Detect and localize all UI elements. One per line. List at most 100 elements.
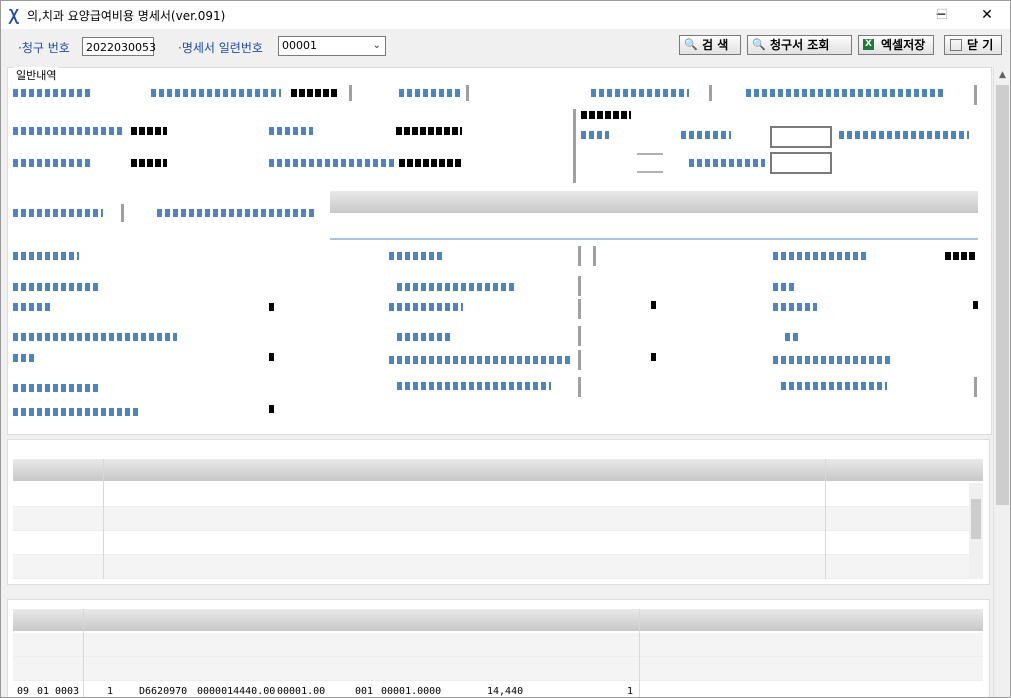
field-label [785,333,801,341]
scroll-thumb[interactable] [971,499,981,539]
summary-grid-header [330,191,978,213]
field-value [651,301,656,309]
field-value [269,353,274,361]
divider [349,85,352,101]
scroll-up-icon[interactable]: ▲ [994,67,1010,84]
window-scrollbar[interactable]: ▲ [993,67,1010,697]
diagnosis-grid-header [13,459,983,481]
field-label [13,384,101,392]
cell: 0003 [55,686,80,697]
divider [578,350,581,370]
field-value [291,89,339,97]
diagnosis-grid [13,459,983,579]
magnifier-icon: 🔍 [752,38,766,51]
divider [578,377,581,397]
field-label [689,159,765,167]
cell: 1 [627,686,634,697]
search-icon: 🔍 [684,38,698,51]
general-section [7,67,992,435]
value-box [770,126,832,148]
field-label [681,131,731,139]
field-label [269,127,313,135]
field-label [581,131,609,139]
field-label [13,127,123,135]
field-value [131,159,167,167]
field-label [13,209,103,217]
table-row[interactable] [13,633,983,657]
field-value [581,111,631,119]
cell: 1 [107,686,114,697]
summary-grid [330,191,978,240]
divider [974,377,977,397]
column-divider [825,459,826,579]
divider [709,85,712,101]
divider [637,153,663,155]
field-label [13,354,37,362]
close-button[interactable]: ✕ [964,1,1010,29]
claim-no-input[interactable]: 2022030053 [82,37,156,56]
field-value [131,127,167,135]
divider [974,85,977,105]
cell: D6620970 [139,686,188,697]
field-label [13,333,177,341]
search-button[interactable]: 🔍 검 색 [679,35,741,55]
field-label [13,89,93,97]
field-label [157,209,317,217]
claim-view-button-label: 청구서 조회 [770,38,830,52]
table-row[interactable] [13,657,983,681]
general-section-title: 일반내역 [14,67,59,83]
cell: 00001.0000 [381,686,442,697]
field-label [397,283,515,291]
scroll-thumb[interactable] [996,85,1009,505]
excel-save-button-label: 엑셀저장 [881,38,926,52]
divider [573,109,576,183]
detail-grid-header [13,609,983,631]
field-label [773,356,893,364]
value-box [770,152,832,174]
divider [578,299,581,319]
chevron-down-icon: ⌄ [372,40,381,51]
field-label [13,408,141,416]
excel-icon: X [863,39,874,50]
field-label [399,89,461,97]
field-label [13,159,93,167]
cell: 0000014440.00 [197,686,276,697]
field-label [839,131,969,139]
close-form-button[interactable]: 닫 기 [944,35,1002,55]
divider [593,246,596,266]
field-label [773,303,817,311]
field-value [651,353,656,361]
divider [637,171,663,173]
excel-save-button[interactable]: X 엑셀저장 [858,35,934,55]
field-value [945,252,975,260]
field-label [389,356,571,364]
field-value [269,405,274,413]
field-label [591,89,689,97]
cell: 001 [355,686,374,697]
cell: 09 [17,686,30,697]
claim-view-button[interactable]: 🔍 청구서 조회 [747,35,852,55]
window-title: 의,치과 요양급여비용 명세서(ver.091) [27,9,226,23]
field-label [13,283,101,291]
divider [578,276,581,296]
field-label [397,333,453,341]
divider [466,85,469,101]
field-value [269,303,274,311]
serial-no-select[interactable]: 00001 ⌄ [278,36,386,56]
column-divider [103,459,104,579]
field-label [773,283,797,291]
app-window: Ꭓ 의,치과 요양급여비용 명세서(ver.091) ─ ☐ ✕ ·청구 번호 … [0,0,1011,698]
field-value [399,159,463,167]
field-label [269,159,395,167]
field-value [396,127,462,135]
field-label [781,382,887,390]
grid-scrollbar[interactable] [969,483,983,579]
app-icon: Ꭓ [9,6,19,24]
title-bar: Ꭓ 의,치과 요양급여비용 명세서(ver.091) ─ ☐ ✕ [1,1,1010,29]
maximize-button[interactable]: ☐ [919,1,965,29]
field-label [151,89,281,97]
cell: 01 [37,686,50,697]
close-form-button-label: 닫 기 [967,38,994,52]
field-label [397,382,551,390]
detail-row[interactable]: 09 01 0003 1 D6620970 0000014440.00 0000… [13,684,983,697]
